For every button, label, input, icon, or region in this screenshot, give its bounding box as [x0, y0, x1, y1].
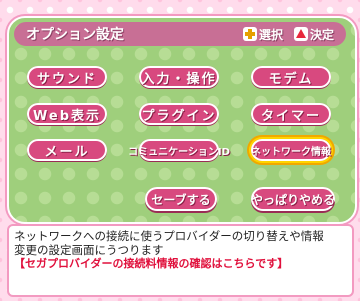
- option-label: コミュニケーションID: [128, 146, 230, 158]
- cancel-button[interactable]: やっぱりやめる: [251, 187, 335, 211]
- option-timer-button[interactable]: タイマー: [251, 103, 331, 125]
- option-input-button[interactable]: 入力・操作: [139, 66, 219, 88]
- option-label: ネットワーク情報: [251, 146, 331, 158]
- option-modem-button[interactable]: モデム: [251, 66, 331, 88]
- option-label: 入力・操作: [141, 71, 217, 87]
- plus-dpad-icon: [243, 27, 257, 41]
- confirm-hint: 決定: [294, 25, 334, 43]
- page-title: オプション設定: [26, 27, 124, 43]
- option-network-info-button[interactable]: ネットワーク情報: [251, 139, 331, 161]
- select-hint-label: 選択: [259, 27, 284, 42]
- triangle-button-icon: [294, 27, 308, 41]
- option-mail-button[interactable]: メール: [27, 139, 107, 161]
- save-button[interactable]: セーブする: [145, 187, 217, 211]
- option-label: タイマー: [260, 108, 321, 124]
- option-label: Web表示: [33, 108, 101, 124]
- option-label: サウンド: [36, 71, 97, 87]
- description-box: ネットワークへの接続に使うプロバイダーの切り替えや情報 変更の設定画面にうつりま…: [7, 224, 354, 297]
- option-label: プラグイン: [141, 108, 217, 124]
- select-hint: 選択: [243, 25, 283, 43]
- option-label: モデム: [268, 71, 314, 87]
- option-plugin-button[interactable]: プラグイン: [139, 103, 219, 125]
- option-sound-button[interactable]: サウンド: [27, 66, 107, 88]
- option-communication-id-button[interactable]: コミュニケーションID: [128, 139, 230, 161]
- provider-fee-link[interactable]: 【セガプロバイダーの接続料情報の確認はこちらです】: [14, 257, 288, 271]
- option-label: メール: [44, 144, 90, 160]
- description-line-1: ネットワークへの接続に使うプロバイダーの切り替えや情報: [14, 229, 324, 243]
- confirm-hint-label: 決定: [310, 27, 335, 42]
- description-line-2: 変更の設定画面にうつります: [14, 243, 164, 257]
- option-web-display-button[interactable]: Web表示: [27, 103, 107, 125]
